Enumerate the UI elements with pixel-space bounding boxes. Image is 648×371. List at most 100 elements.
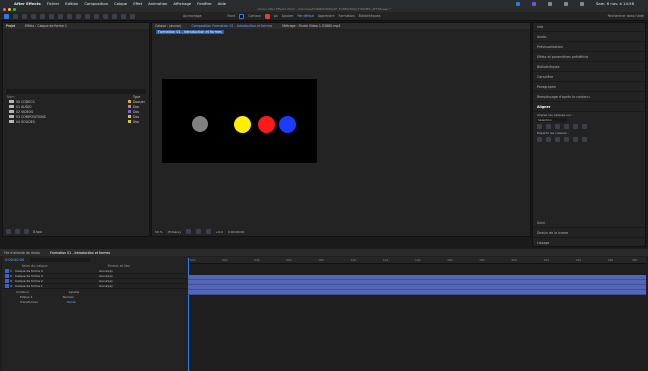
workspace-formation[interactable]: Formation	[339, 14, 355, 18]
col-name[interactable]: Nom	[7, 95, 14, 99]
layer-name[interactable]: Calque de forme 2	[15, 279, 49, 283]
search-icon[interactable]	[579, 1, 584, 6]
selection-tool-icon[interactable]	[13, 13, 18, 19]
panel-paragraph[interactable]: Paragraphe	[533, 82, 645, 92]
bit-depth[interactable]: 8 bpc	[33, 230, 42, 234]
tab-effects-controls[interactable]: Effets : Calque de forme 1	[25, 23, 67, 29]
pen-tool-icon[interactable]	[76, 13, 81, 19]
panel-align[interactable]: Aligner	[533, 102, 645, 112]
zoom-dropdown[interactable]: 50 %	[155, 230, 163, 234]
puppet-tool-icon[interactable]	[130, 13, 135, 19]
exposure-value[interactable]: +0,0	[216, 230, 223, 234]
panel-audio[interactable]: Audio	[533, 32, 645, 42]
menu-affichage[interactable]: Affichage	[173, 1, 191, 6]
composition-viewer[interactable]	[162, 79, 317, 163]
panel-libraries[interactable]: Bibliothèques	[533, 62, 645, 72]
menu-animation[interactable]: Animation	[148, 1, 167, 6]
panel-info[interactable]: Info	[533, 23, 645, 32]
layer-bar[interactable]	[188, 280, 646, 285]
transform-reset[interactable]: Réinit.	[67, 300, 77, 304]
close-window-icon[interactable]	[3, 8, 6, 11]
rotate-tool-icon[interactable]	[40, 13, 45, 19]
layer-name[interactable]: Calque de forme 4	[15, 269, 49, 273]
mask-icon[interactable]	[195, 229, 201, 234]
stamp-tool-icon[interactable]	[103, 13, 108, 19]
layer-parent-dropdown[interactable]: Aucun(e)	[99, 279, 113, 283]
panel-smoother[interactable]: Lissage	[533, 238, 645, 248]
zoom-tool-icon[interactable]	[31, 13, 36, 19]
hand-tool-icon[interactable]	[22, 13, 27, 19]
layer-name[interactable]: Calque de forme 1	[15, 284, 49, 288]
menu-fenetre[interactable]: Fenêtre	[197, 1, 211, 6]
layer-bar[interactable]	[188, 275, 646, 280]
camera-snapshot-icon[interactable]	[205, 229, 211, 234]
fill-swatch[interactable]	[239, 13, 245, 19]
layer-label-color[interactable]	[5, 274, 9, 278]
status-app-icon-2[interactable]	[531, 1, 536, 6]
wifi-icon[interactable]	[563, 1, 568, 6]
add-menu[interactable]: Ajouter	[282, 14, 294, 18]
volume-icon[interactable]	[547, 1, 552, 6]
home-icon[interactable]	[4, 13, 9, 19]
menubar-clock[interactable]: Sam. 6 nov. à 14:58	[596, 1, 634, 6]
layer-label-color[interactable]	[5, 279, 9, 283]
panel-character[interactable]: Caractère	[533, 72, 645, 82]
resolution-dropdown[interactable]: (Entière)	[168, 230, 181, 234]
distribute-right-icon[interactable]	[582, 137, 587, 142]
brush-tool-icon[interactable]	[94, 13, 99, 19]
distribute-vcenter-icon[interactable]	[546, 137, 551, 142]
menu-composition[interactable]: Composition	[84, 1, 108, 6]
layer-label-color[interactable]	[5, 269, 9, 273]
panel-tracker[interactable]: Suivi	[533, 218, 645, 228]
menu-app-name[interactable]: After Effects	[14, 1, 41, 6]
align-right-icon[interactable]	[555, 124, 560, 129]
label-color-swatch[interactable]	[128, 115, 131, 118]
contents-label[interactable]: Contenu	[16, 290, 29, 294]
align-to-dropdown[interactable]: Sélection	[537, 118, 567, 122]
anchor-tool-icon[interactable]	[58, 13, 63, 19]
panel-content-aware-fill[interactable]: Remplissage d'après le contenu	[533, 92, 645, 102]
label-color-swatch[interactable]	[128, 110, 131, 113]
workspace-learn[interactable]: Apprendre	[318, 14, 335, 18]
eraser-tool-icon[interactable]	[112, 13, 117, 19]
time-ruler[interactable]: 00s 02s 04s 06s 08s 10s 12s 14s 16s 18s 20s 22s 24s 2…	[188, 257, 646, 264]
distribute-left-icon[interactable]	[564, 137, 569, 142]
menu-effet[interactable]: Effet	[133, 1, 142, 6]
menu-fichier[interactable]: Fichier	[47, 1, 59, 6]
distribute-top-icon[interactable]	[537, 137, 542, 142]
new-comp-icon[interactable]	[15, 229, 20, 234]
align-top-icon[interactable]	[564, 124, 569, 129]
fill-label[interactable]: Fond	[228, 14, 236, 18]
align-bottom-icon[interactable]	[582, 124, 587, 129]
tab-timeline-comp[interactable]: Formation 01 - Introduction et formes	[50, 251, 110, 255]
col-type[interactable]: Type	[133, 95, 143, 99]
circle-blue[interactable]	[279, 116, 296, 133]
stroke-swatch[interactable]	[264, 13, 270, 19]
tab-footage[interactable]: Métrage : Finale Video 1-02880.mp4	[282, 23, 340, 29]
contents-add-menu[interactable]: Ajouter	[69, 290, 80, 294]
grid-icon[interactable]	[185, 229, 191, 234]
transform-group[interactable]: Transformer	[20, 300, 38, 304]
layer-bar[interactable]	[188, 285, 646, 290]
tab-layer-viewer[interactable]: Calque : (aucun)	[155, 23, 181, 29]
layer-parent-dropdown[interactable]: Aucun(e)	[99, 274, 113, 278]
label-color-swatch[interactable]	[128, 100, 131, 103]
menu-aide[interactable]: Aide	[218, 1, 226, 6]
project-item[interactable]: 04 SOLIDES Dos	[3, 119, 149, 124]
circle-yellow[interactable]	[234, 116, 251, 133]
col-layer-name[interactable]: Nom du calque	[22, 264, 48, 268]
tab-project[interactable]: Projet	[6, 23, 15, 29]
panel-effects-presets[interactable]: Effets et paramètres prédéfinis	[533, 52, 645, 62]
layer-parent-dropdown[interactable]: Aucun(e)	[99, 284, 113, 288]
timeline-timecode[interactable]: 0:00:00:00	[5, 258, 24, 262]
align-left-icon[interactable]	[537, 124, 542, 129]
panel-preview[interactable]: Prévisualisation	[533, 42, 645, 52]
minimize-window-icon[interactable]	[8, 8, 11, 11]
comp-breadcrumb-item[interactable]: Formation 01 - Introduction et formes	[156, 29, 224, 34]
blend-mode-dropdown[interactable]: Normal	[63, 295, 74, 299]
align-hcenter-icon[interactable]	[546, 124, 551, 129]
shape-tool-icon[interactable]	[67, 13, 72, 19]
stroke-label[interactable]: Contour	[248, 14, 261, 18]
ellipse-group[interactable]: Ellipse 1	[20, 295, 33, 299]
text-tool-icon[interactable]	[85, 13, 90, 19]
